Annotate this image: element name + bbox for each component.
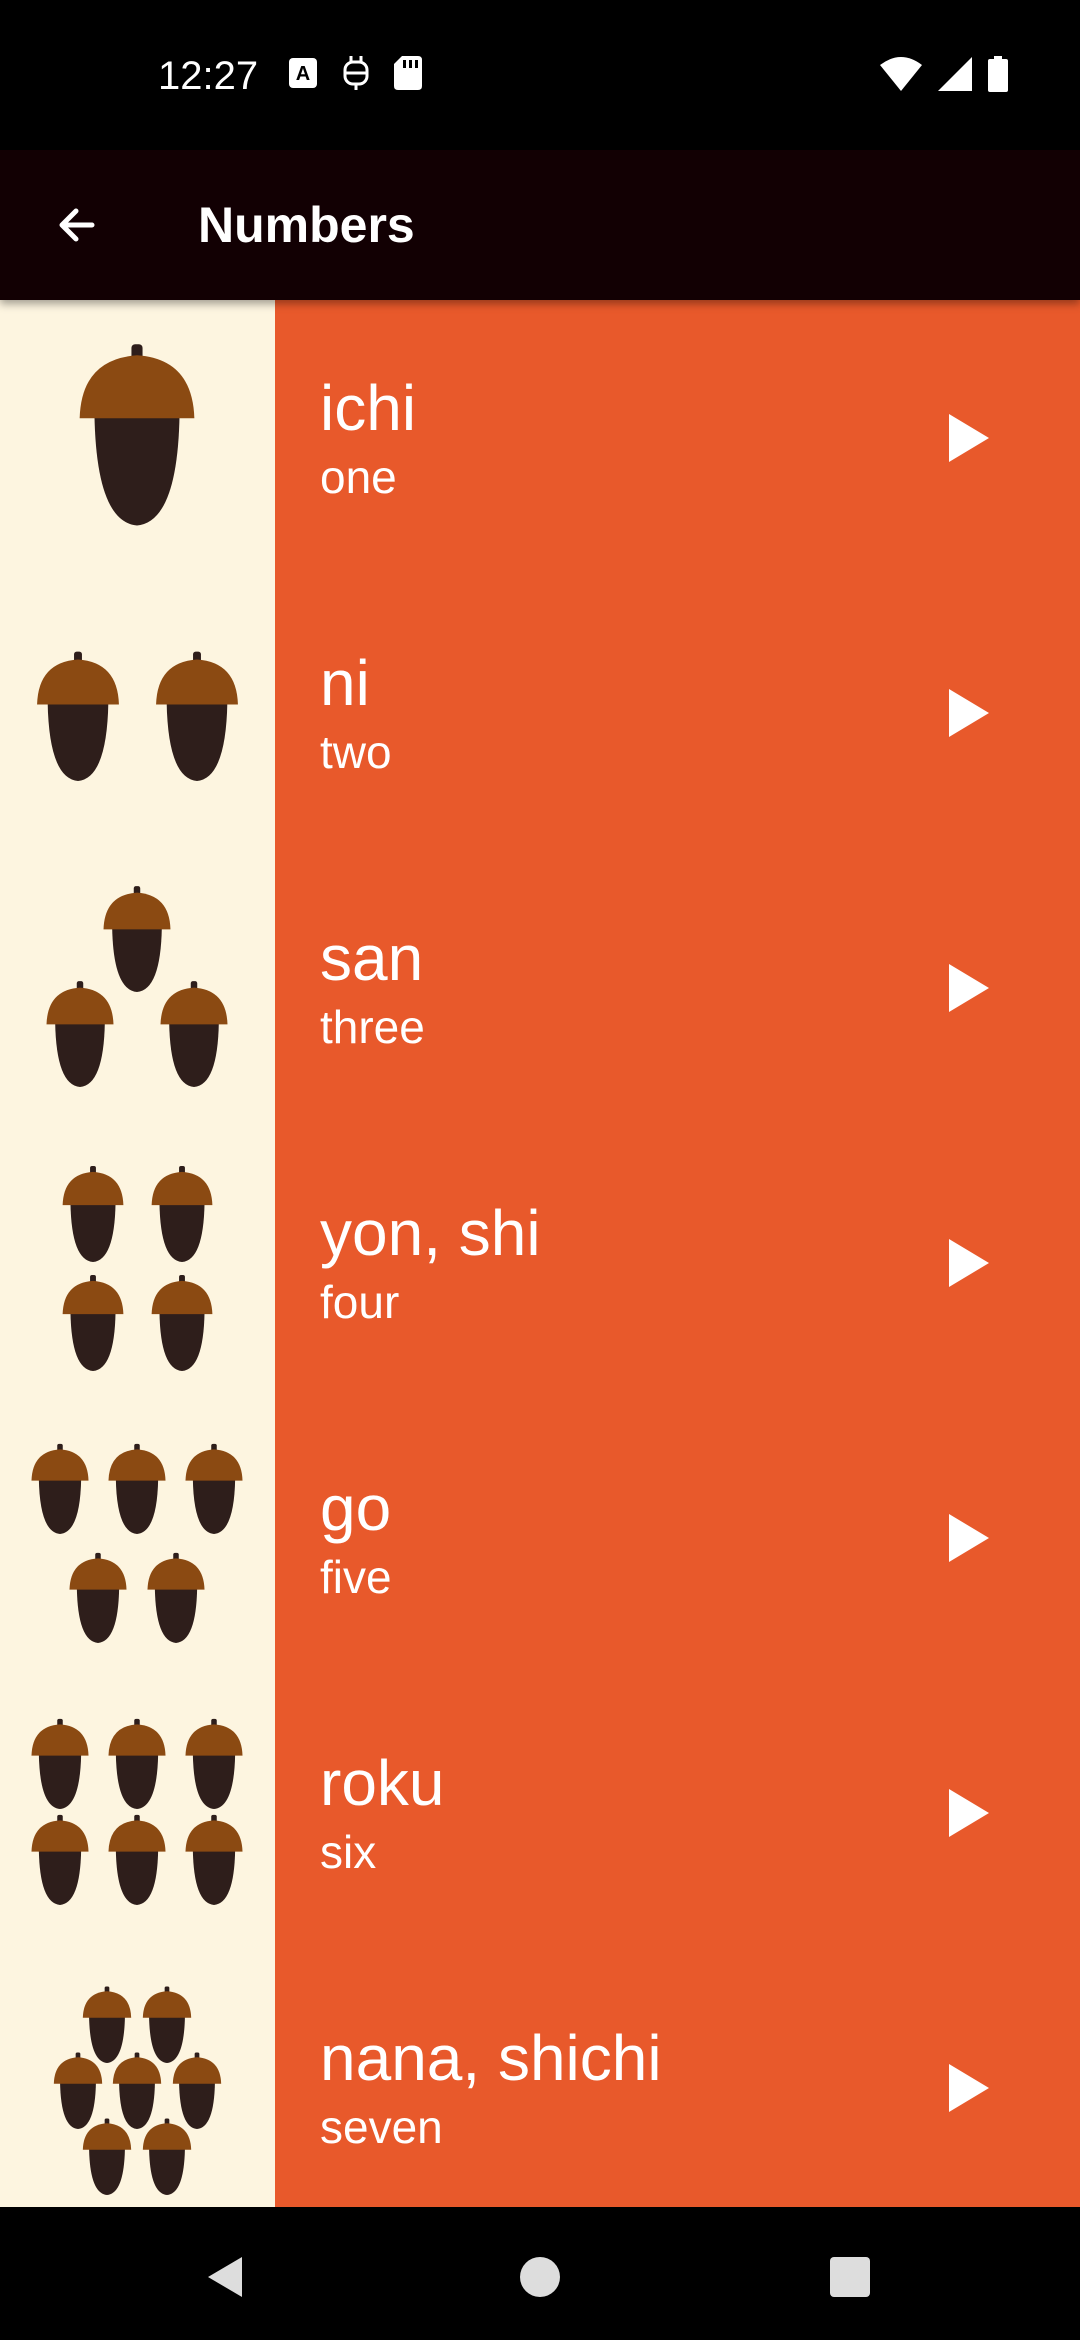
acorn-icon (82, 2118, 132, 2195)
acorn-icon (103, 886, 171, 992)
play-icon[interactable] (935, 2058, 995, 2118)
sd-card-icon (394, 56, 422, 90)
word-list: ichi one ni two san three yon, shi four … (0, 300, 1080, 2207)
acorn-icon (53, 2052, 103, 2129)
app-bar: Numbers (0, 150, 1080, 300)
nav-back-button[interactable] (196, 2247, 256, 2307)
play-icon[interactable] (935, 408, 995, 468)
robot-icon (343, 56, 369, 90)
english-translation: one (320, 451, 397, 503)
acorn-icon (185, 1814, 243, 1905)
acorn-image (0, 850, 275, 1125)
list-item[interactable]: ichi one (0, 300, 1080, 575)
text-cell[interactable]: san three (275, 850, 1080, 1125)
acorn-icon (172, 2052, 222, 2129)
page-title: Numbers (198, 197, 415, 253)
acorn-icon (31, 1443, 89, 1534)
acorn-icon (151, 1165, 213, 1262)
japanese-word: nana, shichi (320, 2022, 662, 2094)
acorn-icon (46, 981, 114, 1087)
acorn-icon (108, 1443, 166, 1534)
english-translation: six (320, 1826, 377, 1878)
svg-text:A: A (296, 63, 310, 85)
play-icon[interactable] (935, 683, 995, 743)
text-cell[interactable]: ni two (275, 575, 1080, 850)
navigation-bar (0, 2207, 1080, 2340)
japanese-word: go (320, 1472, 392, 1544)
acorn-icon (31, 1814, 89, 1905)
acorn-icon (69, 1552, 127, 1643)
list-item[interactable]: go five (0, 1400, 1080, 1675)
keyboard-a-icon: A (289, 58, 317, 88)
english-translation: three (320, 1001, 425, 1053)
acorn-icon (185, 1443, 243, 1534)
play-icon[interactable] (935, 1233, 995, 1293)
acorn-icon (185, 1718, 243, 1809)
back-button[interactable] (36, 185, 116, 265)
text-cell[interactable]: roku six (275, 1675, 1080, 1950)
acorn-image (0, 300, 275, 575)
wifi-icon (880, 57, 922, 91)
acorn-icon (82, 1986, 132, 2063)
list-item[interactable]: nana, shichi seven (0, 1950, 1080, 2207)
text-cell[interactable]: nana, shichi seven (275, 1950, 1080, 2207)
acorn-icon (151, 1274, 213, 1371)
nav-recents-icon (830, 2257, 870, 2297)
play-icon[interactable] (935, 1508, 995, 1568)
status-bar: 12:27 A (0, 0, 1080, 150)
status-time: 12:27 (158, 54, 259, 98)
english-translation: four (320, 1276, 400, 1328)
acorn-icon (142, 1986, 192, 2063)
text-cell[interactable]: ichi one (275, 300, 1080, 575)
play-icon[interactable] (935, 1783, 995, 1843)
acorn-icon (112, 2052, 162, 2129)
acorn-image (0, 575, 275, 850)
acorn-icon (160, 981, 228, 1087)
acorn-image (0, 1675, 275, 1950)
acorn-icon (37, 651, 119, 781)
acorn-icon (108, 1718, 166, 1809)
acorn-icon (142, 2118, 192, 2195)
list-item[interactable]: ni two (0, 575, 1080, 850)
list-item[interactable]: roku six (0, 1675, 1080, 1950)
acorn-icon (31, 1718, 89, 1809)
acorn-icon (62, 1274, 124, 1371)
nav-back-icon (208, 2257, 242, 2297)
acorn-icon (147, 1552, 205, 1643)
status-icons-left: A (288, 56, 422, 90)
acorn-image (0, 1400, 275, 1675)
list-item[interactable]: yon, shi four (0, 1125, 1080, 1400)
text-cell[interactable]: go five (275, 1400, 1080, 1675)
nav-home-icon (520, 2257, 560, 2297)
japanese-word: san (320, 922, 424, 994)
battery-icon (988, 56, 1008, 92)
nav-home-button[interactable] (510, 2247, 570, 2307)
acorn-image (0, 1950, 275, 2207)
english-translation: five (320, 1551, 392, 1603)
acorn-icon (62, 1165, 124, 1262)
acorn-image (0, 1125, 275, 1400)
play-icon[interactable] (935, 958, 995, 1018)
acorn-icon (108, 1814, 166, 1905)
text-cell[interactable]: yon, shi four (275, 1125, 1080, 1400)
signal-icon (938, 57, 972, 91)
japanese-word: ichi (320, 372, 417, 444)
japanese-word: yon, shi (320, 1197, 541, 1269)
acorn-icon (156, 651, 238, 781)
arrow-left-icon (59, 208, 95, 242)
nav-recents-button[interactable] (820, 2247, 880, 2307)
japanese-word: roku (320, 1747, 445, 1819)
acorn-icon (79, 344, 195, 526)
list-item[interactable]: san three (0, 850, 1080, 1125)
english-translation: seven (320, 2101, 443, 2153)
status-icons-right (880, 56, 1008, 92)
english-translation: two (320, 726, 392, 778)
japanese-word: ni (320, 647, 370, 719)
